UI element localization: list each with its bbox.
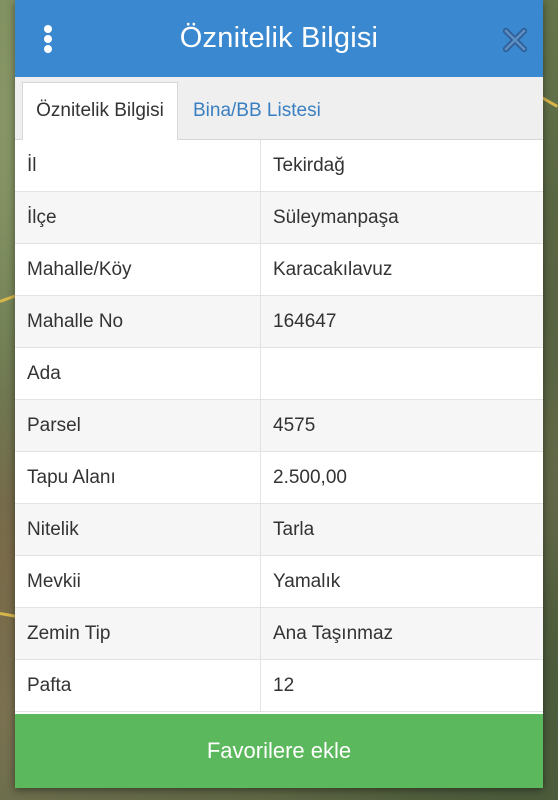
- table-row: Mahalle No 164647: [15, 296, 543, 348]
- attribute-value: 2.500,00: [273, 466, 347, 488]
- attribute-value: Tarla: [273, 518, 315, 540]
- table-row: Tapu Alanı 2.500,00: [15, 452, 543, 504]
- close-icon[interactable]: [503, 28, 527, 52]
- attribute-value: 12: [273, 674, 295, 696]
- table-row: Ada: [15, 348, 543, 400]
- table-row: İlçe Süleymanpaşa: [15, 192, 543, 244]
- table-row: İl Tekirdağ: [15, 140, 543, 192]
- attribute-key: Ada: [15, 348, 261, 399]
- attribute-value: 164647: [273, 310, 337, 332]
- attribute-value: 4575: [273, 414, 316, 436]
- attribute-key: İl: [15, 140, 261, 191]
- dialog-title: Öznitelik Bilgisi: [179, 22, 379, 54]
- attribute-value: Karacakılavuz: [273, 258, 393, 280]
- attribute-value: Süleymanpaşa: [273, 206, 399, 228]
- table-row: Pafta 12: [15, 660, 543, 712]
- attribute-value: Tekirdağ: [273, 154, 345, 176]
- attribute-key: Mahalle No: [15, 296, 261, 347]
- attribute-value: Ana Taşınmaz: [273, 622, 394, 644]
- tab-building-list[interactable]: Bina/BB Listesi: [193, 82, 321, 139]
- attribute-key: Mevkii: [15, 556, 261, 607]
- attribute-value: [261, 348, 543, 399]
- table-row: Zemin Tip Ana Taşınmaz: [15, 608, 543, 660]
- add-to-favorites-button[interactable]: Favorilere ekle: [15, 714, 543, 788]
- attribute-table: İl Tekirdağ İlçe Süleymanpaşa Mahalle/Kö…: [15, 140, 543, 714]
- attribute-key: Mahalle/Köy: [15, 244, 261, 295]
- attribute-value: Yamalık: [273, 570, 341, 592]
- attribute-key: Pafta: [15, 660, 261, 711]
- attribute-dialog: Öznitelik Bilgisi Öznitelik Bilgisi Bina…: [15, 0, 543, 788]
- table-row: Parsel 4575: [15, 400, 543, 452]
- tab-attribute-info[interactable]: Öznitelik Bilgisi: [22, 82, 178, 140]
- attribute-key: İlçe: [15, 192, 261, 243]
- table-row: Mahalle/Köy Karacakılavuz: [15, 244, 543, 296]
- table-row: Nitelik Tarla: [15, 504, 543, 556]
- attribute-key: Nitelik: [15, 504, 261, 555]
- attribute-key: Parsel: [15, 400, 261, 451]
- dialog-header: Öznitelik Bilgisi: [15, 0, 543, 77]
- tab-bar: Öznitelik Bilgisi Bina/BB Listesi: [15, 77, 543, 140]
- kebab-menu-icon[interactable]: [41, 25, 55, 53]
- attribute-key: Tapu Alanı: [15, 452, 261, 503]
- table-row: Mevkii Yamalık: [15, 556, 543, 608]
- attribute-key: Zemin Tip: [15, 608, 261, 659]
